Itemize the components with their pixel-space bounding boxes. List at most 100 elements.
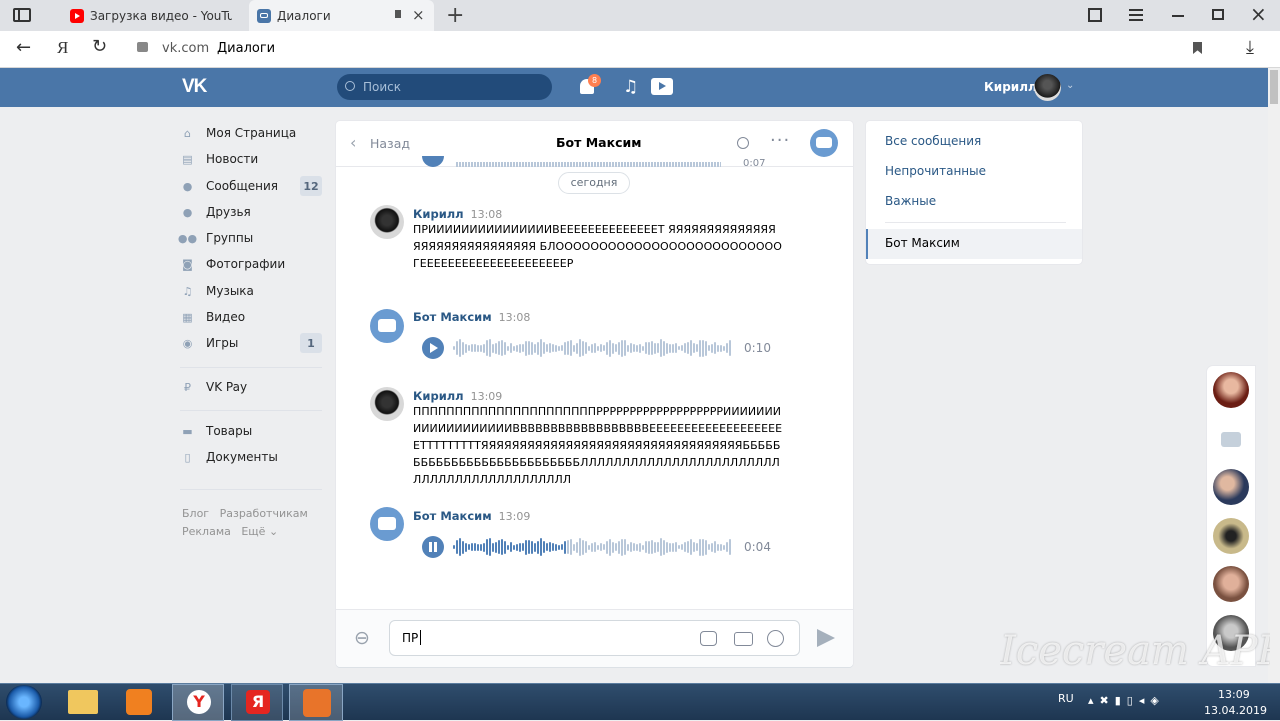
bot-avatar[interactable] [370,309,404,343]
message-author[interactable]: Бот Максим [413,310,492,324]
start-button-icon[interactable] [6,685,42,719]
restore-icon[interactable] [1212,9,1224,20]
message-input[interactable]: ПР [389,620,800,656]
bookmark-manager-icon[interactable] [1088,8,1102,22]
bot-avatar[interactable] [370,507,404,541]
friend-avatar[interactable] [1213,566,1249,602]
taskbar-date[interactable]: 13.04.2019 [1204,704,1267,717]
sidebar-item-vkpay[interactable]: ₽ VK Pay [180,376,322,398]
search-input[interactable]: Поиск [337,74,552,100]
message-author[interactable]: Кирилл [413,207,464,221]
waveform-bar [690,539,692,555]
camera-placeholder-icon[interactable] [1221,432,1241,447]
message-time[interactable]: 13:09 [471,390,503,403]
header-avatar[interactable] [1034,74,1061,101]
close-window-icon[interactable]: × [1250,2,1267,26]
sidebar-item-camera[interactable]: ◙ Фотографии [180,253,322,275]
bot-avatar-header[interactable] [810,129,838,157]
yandex-logo-icon[interactable]: Я [57,38,68,58]
waveform-bar [486,539,488,555]
footer-link-blog[interactable]: Блог [182,507,209,520]
waveform-bar [555,344,557,352]
reload-icon[interactable]: ↻ [92,36,107,57]
chat-title[interactable]: Бот Максим [556,135,641,150]
page-scrollbar[interactable] [1268,68,1280,683]
tab-dialogs[interactable]: Диалоги × [249,0,434,31]
sidebar-item-games[interactable]: ◉ Игры 1 [180,332,322,354]
sidebar-item-groups[interactable]: ●● Группы [178,227,322,249]
message-time[interactable]: 13:08 [499,311,531,324]
active-dialog-item[interactable]: Бот Максим [866,229,1082,259]
tab-close-icon[interactable]: × [412,6,425,24]
taskbar-clock[interactable]: 13:09 [1218,688,1250,701]
vk-logo-icon[interactable]: VK [182,76,207,98]
avatar[interactable] [370,387,404,421]
sidebar-item-messages[interactable]: ● Сообщения 12 [180,175,322,197]
play-button[interactable] [422,337,444,359]
waveform-bar [702,339,704,357]
back-chevron-icon[interactable]: ‹ [350,133,356,152]
minimize-icon[interactable] [1172,15,1184,17]
audio-waveform[interactable] [453,338,733,358]
audio-waveform[interactable] [453,537,733,557]
sidebar-item-home[interactable]: ⌂ Моя Страница [180,122,322,144]
language-indicator[interactable]: RU [1058,692,1074,705]
more-actions-icon[interactable]: ··· [770,130,790,151]
sidebar-item-friends[interactable]: ● Друзья [180,201,322,223]
friend-avatar[interactable] [1213,518,1249,554]
filter-all-messages[interactable]: Все сообщения [885,134,981,148]
pause-button[interactable] [422,536,444,558]
footer-link-developers[interactable]: Разработчикам [220,507,308,520]
message-author[interactable]: Бот Максим [413,509,492,523]
sidebar-item-market[interactable]: ▬ Товары [180,420,322,442]
music-icon[interactable]: ♫ [623,77,638,97]
url-title[interactable]: Диалоги [217,41,275,56]
explorer-taskbar-icon[interactable] [68,690,98,714]
emoji-icon[interactable] [767,630,784,647]
filter-unread[interactable]: Непрочитанные [885,164,986,178]
message-time[interactable]: 13:09 [499,510,531,523]
tab-youtube[interactable]: Загрузка видео - YouTube [62,0,242,31]
media-player-taskbar-icon[interactable] [126,689,152,715]
chat-search-icon[interactable] [737,137,749,149]
video-player-icon[interactable] [651,78,673,95]
waveform-bar [717,344,719,352]
speaker-icon[interactable] [395,10,401,18]
watermark-logo: Icecream APPS [1000,628,1270,674]
new-tab-icon[interactable]: + [446,3,464,28]
tray-icons[interactable]: ▴✖▮▯◂◈ [1088,694,1188,710]
message-time[interactable]: 13:08 [471,208,503,221]
chevron-down-icon[interactable]: ⌄ [1066,80,1074,91]
waveform-bar [636,344,638,352]
friend-avatar[interactable] [1213,372,1249,408]
waveform-bar [519,542,521,552]
avatar[interactable] [370,205,404,239]
friend-avatar[interactable] [1213,469,1249,505]
menu-icon[interactable] [1129,9,1143,21]
keyboard-bot-icon[interactable] [700,631,717,646]
waveform-bar [546,344,548,352]
sidebar-toggle-icon[interactable] [13,8,31,22]
yandex-browser-taskbar-icon[interactable]: Y [172,684,224,721]
filter-important[interactable]: Важные [885,194,936,208]
footer-link-more[interactable]: Ещё [241,525,265,538]
bookmark-icon[interactable] [1193,42,1202,54]
sidebar-item-news[interactable]: ▤ Новости [180,148,322,170]
header-user-name[interactable]: Кирилл [984,80,1037,94]
waveform-bar [612,342,614,354]
message-author[interactable]: Кирилл [413,389,464,403]
url-domain[interactable]: vk.com [162,41,209,56]
back-link[interactable]: Назад [370,136,410,151]
footer-link-ads[interactable]: Реклама [182,525,231,538]
menu-divider [180,367,322,368]
camera-icon[interactable] [734,632,753,646]
send-icon[interactable] [817,629,835,647]
sidebar-item-docs[interactable]: ▯ Документы [180,446,322,468]
sidebar-item-video[interactable]: ▦ Видео [180,306,322,328]
download-icon[interactable]: ⤓ [1246,37,1254,58]
waveform-bar [594,542,596,552]
sidebar-item-music[interactable]: ♫ Музыка [180,280,322,302]
yandex-taskbar-icon[interactable]: Я [231,684,283,721]
recorder-taskbar-icon[interactable] [289,684,343,721]
back-arrow-icon[interactable]: ← [16,37,31,58]
